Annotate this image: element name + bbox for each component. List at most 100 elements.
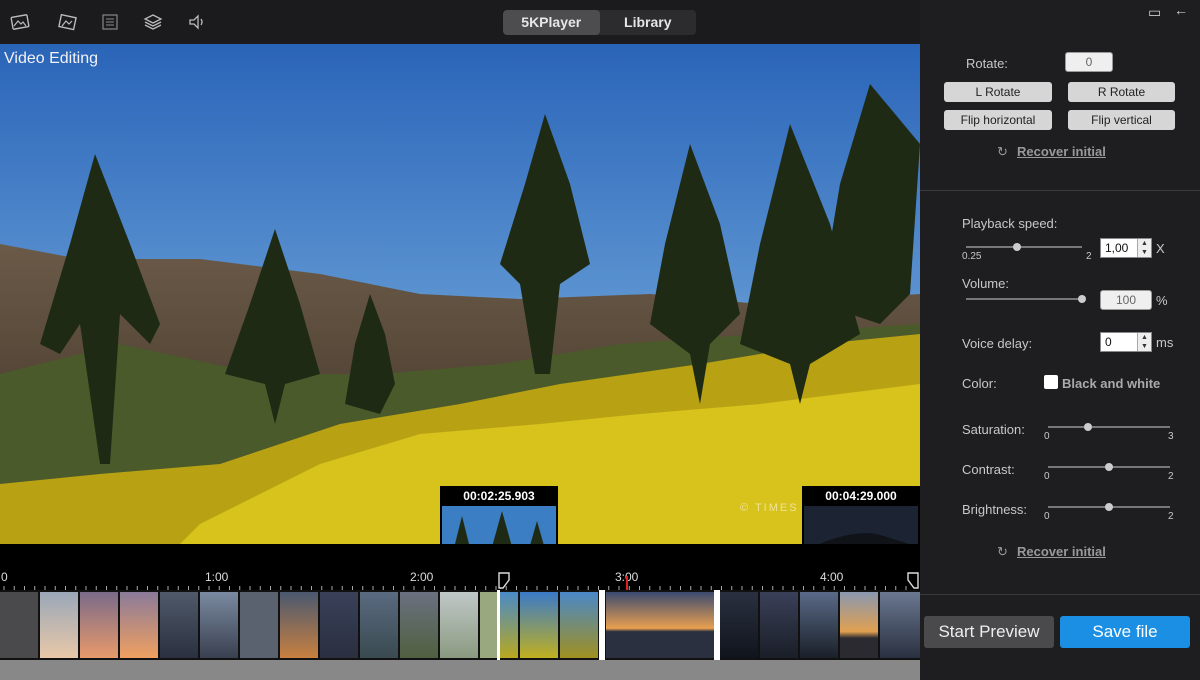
- voice-delay-label: Voice delay:: [962, 336, 1033, 351]
- contrast-slider-knob[interactable]: [1105, 463, 1113, 471]
- image-edit-icon[interactable]: [57, 12, 77, 32]
- contrast-slider[interactable]: [1048, 462, 1170, 472]
- film-frame: [120, 592, 158, 658]
- contrast-label: Contrast:: [962, 462, 1015, 477]
- film-frame: [160, 592, 198, 658]
- film-frame: [500, 592, 518, 658]
- contrast-max: 2: [1168, 471, 1174, 482]
- trim-start-marker: [497, 590, 500, 660]
- tab-library[interactable]: Library: [600, 10, 697, 35]
- divider: [920, 594, 1200, 595]
- frame-divider: [599, 590, 605, 660]
- film-frame: [280, 592, 318, 658]
- ruler-label-4: 4:00: [820, 570, 844, 584]
- color-label: Color:: [962, 376, 997, 391]
- film-frame: [200, 592, 238, 658]
- restore-icon[interactable]: ▭: [1148, 4, 1161, 21]
- saturation-slider[interactable]: [1048, 422, 1170, 432]
- volume-label: Volume:: [962, 276, 1009, 291]
- view-switch: 5KPlayer Library: [503, 10, 696, 35]
- film-frame: [606, 592, 714, 658]
- film-frame: [720, 592, 758, 658]
- tab-5kplayer[interactable]: 5KPlayer: [503, 10, 600, 35]
- brightness-slider-knob[interactable]: [1105, 503, 1113, 511]
- film-frame: [360, 592, 398, 658]
- saturation-max: 3: [1168, 431, 1174, 442]
- speed-max: 2: [1086, 251, 1092, 262]
- speaker-icon[interactable]: [187, 12, 207, 32]
- speed-unit: X: [1156, 241, 1165, 256]
- save-file-button[interactable]: Save file: [1060, 616, 1190, 648]
- rotate-value[interactable]: 0: [1065, 52, 1113, 72]
- ruler-label-2: 2:00: [410, 570, 434, 584]
- frame-divider: [714, 590, 720, 660]
- speed-slider[interactable]: [966, 242, 1082, 252]
- film-frame: [440, 592, 478, 658]
- start-preview-button[interactable]: Start Preview: [924, 616, 1054, 648]
- filmstrip[interactable]: [0, 590, 920, 660]
- black-and-white-label[interactable]: Black and white: [1062, 376, 1160, 391]
- recover-initial-link-2[interactable]: Recover initial: [1017, 544, 1106, 559]
- top-toolbar: 5KPlayer Library: [0, 0, 920, 44]
- saturation-label: Saturation:: [962, 422, 1025, 437]
- black-and-white-checkbox[interactable]: [1044, 375, 1058, 389]
- timeline-ruler[interactable]: 0 1:00 2:00 3:00 4:00: [0, 544, 920, 590]
- l-rotate-button[interactable]: L Rotate: [944, 82, 1052, 102]
- film-frame: [560, 592, 598, 658]
- trim-end-time: 00:04:29.000: [802, 486, 920, 506]
- film-frame: [80, 592, 118, 658]
- back-arrow-icon[interactable]: ←: [1174, 2, 1188, 18]
- layers-icon[interactable]: [143, 12, 163, 32]
- speed-slider-knob[interactable]: [1013, 243, 1022, 251]
- divider: [920, 190, 1200, 191]
- voice-delay-unit: ms: [1156, 335, 1174, 350]
- trim-start-time: 00:02:25.903: [440, 486, 558, 506]
- refresh-icon: ↻: [997, 144, 1008, 159]
- trim-end-handle[interactable]: [906, 572, 920, 590]
- video-title: Video Editing: [4, 50, 98, 67]
- watermark: © TIMES: [740, 502, 799, 514]
- film-frame: [400, 592, 438, 658]
- ruler-label-1: 1:00: [205, 570, 229, 584]
- stepper-arrows-icon[interactable]: ▲ ▼: [1137, 333, 1151, 351]
- volume-slider-knob[interactable]: [1078, 295, 1086, 303]
- film-frame: [240, 592, 278, 658]
- film-frame: [320, 592, 358, 658]
- speed-min: 0.25: [962, 251, 982, 262]
- flip-horizontal-button[interactable]: Flip horizontal: [944, 110, 1052, 130]
- speed-stepper[interactable]: 1,00 ▲ ▼: [1100, 238, 1152, 258]
- film-frame: [760, 592, 798, 658]
- film-frame: [40, 592, 78, 658]
- volume-unit: %: [1156, 293, 1168, 308]
- image-icon[interactable]: [10, 12, 30, 32]
- playhead[interactable]: [626, 576, 628, 590]
- trim-start-handle[interactable]: [497, 572, 511, 590]
- playback-speed-label: Playback speed:: [962, 216, 1058, 231]
- stepper-arrows-icon[interactable]: ▲ ▼: [1137, 239, 1151, 257]
- edit-panel: ▭ ← Rotate: 0 L Rotate R Rotate Flip hor…: [920, 0, 1200, 680]
- recover-initial-link[interactable]: Recover initial: [1017, 144, 1106, 159]
- film-frame: [840, 592, 878, 658]
- speed-value: 1,00: [1105, 241, 1129, 255]
- saturation-min: 0: [1044, 431, 1050, 442]
- brightness-label: Brightness:: [962, 502, 1028, 517]
- rotate-label: Rotate:: [966, 56, 1008, 71]
- ruler-label-0: 0: [1, 570, 8, 584]
- contrast-min: 0: [1044, 471, 1050, 482]
- saturation-slider-knob[interactable]: [1084, 423, 1093, 431]
- list-icon[interactable]: [100, 12, 120, 32]
- brightness-slider[interactable]: [1048, 502, 1170, 512]
- volume-slider[interactable]: [966, 294, 1086, 304]
- voice-delay-stepper[interactable]: 0 ▲ ▼: [1100, 332, 1152, 352]
- film-frame: [880, 592, 920, 658]
- volume-value[interactable]: 100: [1100, 290, 1152, 310]
- film-frame: [480, 592, 497, 658]
- flip-vertical-button[interactable]: Flip vertical: [1068, 110, 1175, 130]
- film-frame: [0, 592, 38, 658]
- brightness-min: 0: [1044, 511, 1050, 522]
- timeline-scrollbar[interactable]: [0, 660, 920, 680]
- video-preview[interactable]: Video Editing © TIMES: [0, 44, 920, 544]
- voice-delay-value: 0: [1105, 335, 1112, 349]
- r-rotate-button[interactable]: R Rotate: [1068, 82, 1175, 102]
- film-frame: [800, 592, 838, 658]
